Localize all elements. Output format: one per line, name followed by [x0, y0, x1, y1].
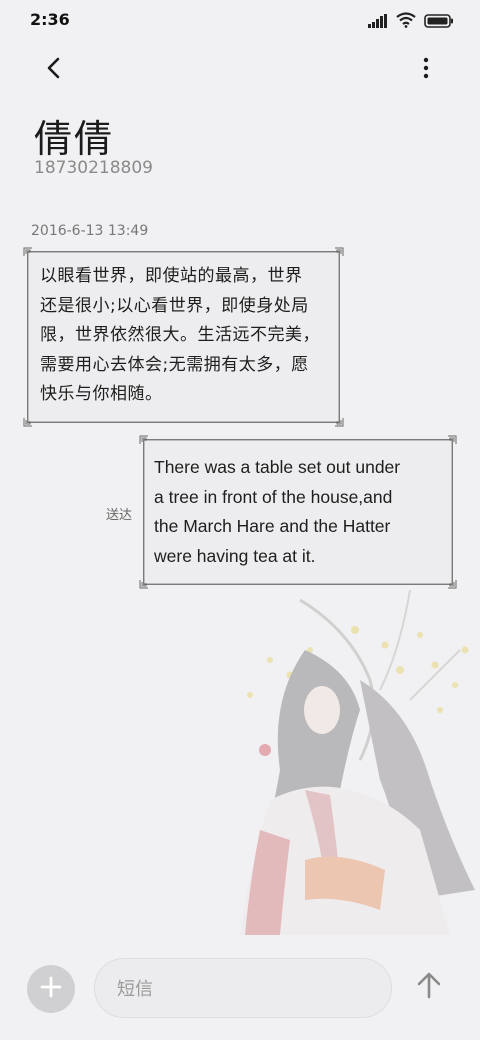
- chevron-left-icon: [46, 57, 62, 83]
- corner-ornament-icon: [23, 247, 32, 256]
- send-button[interactable]: [410, 968, 448, 1006]
- add-attachment-button[interactable]: [27, 965, 75, 1013]
- message-line: a tree in front of the house,and: [154, 486, 393, 507]
- status-bar: 2:36: [0, 0, 480, 40]
- arrow-up-icon: [416, 971, 442, 1003]
- message-input-placeholder: 短信: [117, 979, 153, 1000]
- wifi-icon: [396, 12, 416, 32]
- message-line: were having tea at it.: [154, 545, 316, 566]
- message-line: 以眼看世界，即使站的最高，世界: [40, 266, 303, 286]
- battery-icon: [424, 13, 454, 32]
- message-line: 快乐与你相随。: [40, 384, 163, 404]
- corner-ornament-icon: [448, 435, 457, 444]
- message-line: the March Hare and the Hatter: [154, 516, 391, 536]
- status-time: 2:36: [30, 10, 70, 29]
- corner-ornament-icon: [448, 580, 457, 589]
- message-line: 限，世界依然很大。生活远不完美，: [40, 325, 320, 345]
- incoming-message-text: 以眼看世界，即使站的最高，世界 还是很小;以心看世界，即使身处局 限，世界依然很…: [40, 262, 332, 410]
- message-line: There was a table set out under: [154, 457, 401, 477]
- back-button[interactable]: [36, 52, 72, 88]
- corner-ornament-icon: [23, 418, 32, 427]
- message-input[interactable]: 短信: [94, 958, 392, 1018]
- more-options-button[interactable]: [408, 52, 444, 88]
- outgoing-message-bubble[interactable]: There was a table set out under a tree i…: [139, 435, 457, 589]
- contact-number[interactable]: 18730218809: [34, 158, 153, 178]
- signal-icon: [368, 13, 388, 32]
- corner-ornament-icon: [335, 247, 344, 256]
- outgoing-message-text: There was a table set out under a tree i…: [154, 453, 448, 571]
- background-illustration: [210, 589, 480, 935]
- more-vertical-icon: [423, 57, 429, 83]
- plus-icon: [40, 976, 62, 1002]
- message-line: 需要用心去体会;无需拥有太多，愿: [40, 354, 309, 375]
- contact-name: 倩倩: [34, 117, 115, 161]
- incoming-message-bubble[interactable]: 以眼看世界，即使站的最高，世界 还是很小;以心看世界，即使身处局 限，世界依然很…: [23, 247, 344, 427]
- status-icons: [368, 12, 454, 32]
- message-line: 还是很小;以心看世界，即使身处局: [40, 295, 309, 316]
- delivery-status: 送达: [106, 508, 133, 523]
- corner-ornament-icon: [139, 580, 148, 589]
- corner-ornament-icon: [139, 435, 148, 444]
- corner-ornament-icon: [335, 418, 344, 427]
- message-timestamp: 2016-6-13 13:49: [31, 223, 149, 239]
